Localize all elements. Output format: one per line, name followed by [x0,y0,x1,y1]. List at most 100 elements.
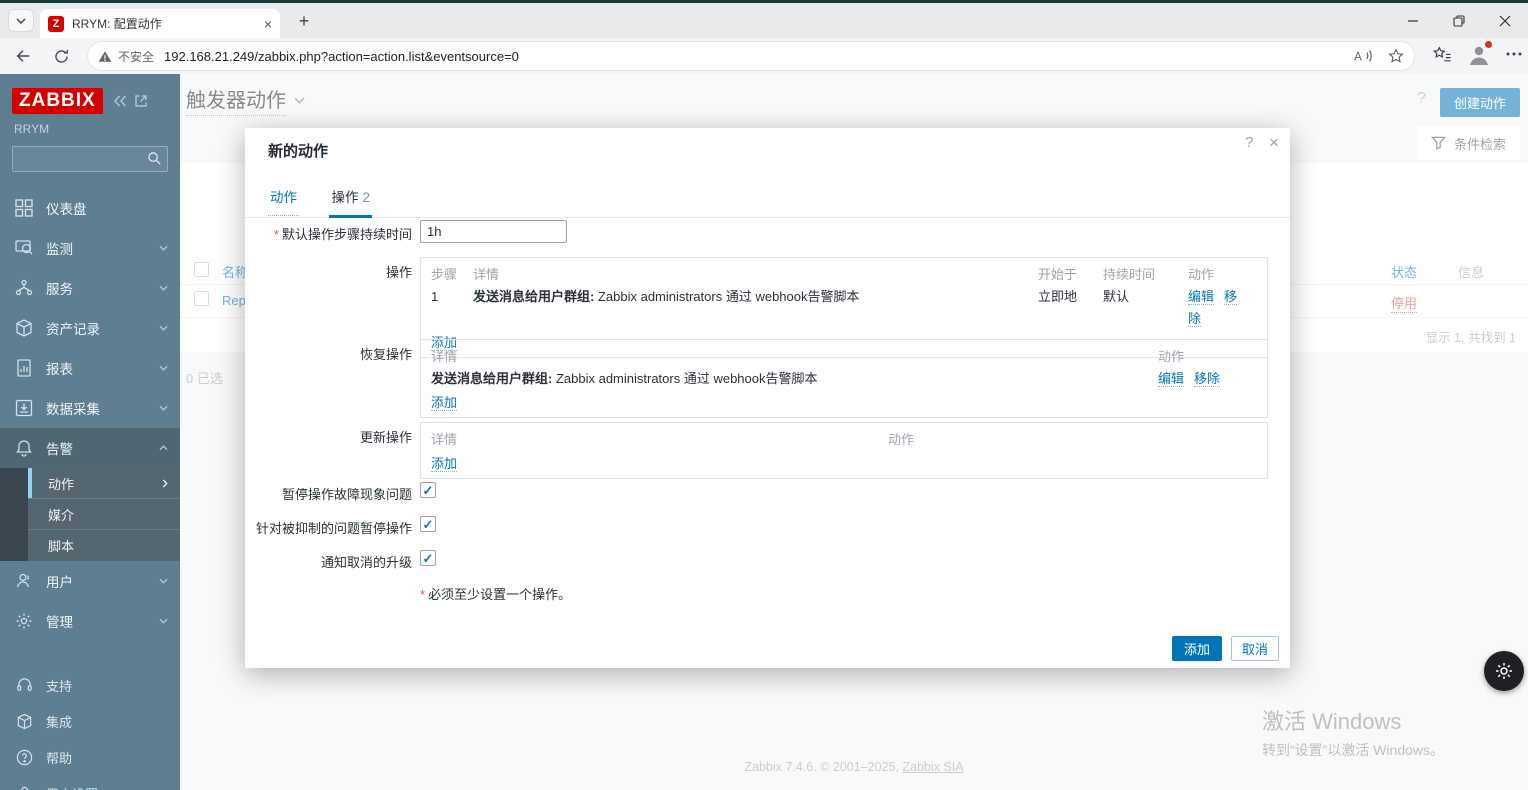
recovery-actions: 编辑 移除 [1158,368,1257,390]
duration-input[interactable] [420,220,567,243]
sidebar-item-administration[interactable]: 管理 [0,601,180,641]
operations-label: 操作 [385,265,412,280]
dialog-help-icon[interactable]: ? [1245,134,1253,151]
zabbix-logo[interactable]: ZABBIX [12,88,103,114]
tab-close-icon[interactable]: × [264,17,272,31]
pause-symptoms-checkbox[interactable]: ✓ [420,482,436,498]
sidebar-item-actions[interactable]: 动作 [28,468,180,499]
person-icon [14,785,34,790]
more-menu-icon[interactable] [1506,52,1522,56]
back-button[interactable] [8,41,38,71]
sidebar-collapse-icon[interactable] [113,95,127,107]
edit-link[interactable]: 编辑 [1158,371,1185,387]
inventory-icon [14,319,34,337]
sidebar-item-support[interactable]: 支持 [0,667,180,703]
sidebar-item-dashboard[interactable]: 仪表盘 [0,188,180,228]
tab-search-button[interactable] [8,9,34,32]
users-icon [14,572,34,590]
gear-icon [1494,661,1514,681]
sidebar-popout-icon[interactable] [135,95,147,107]
sidebar-menu: 仪表盘 监测 服务 资产记录 报表 数据采集 告警 动作 媒介 脚本 用户 管理… [0,188,180,790]
sidebar-item-integrations[interactable]: 集成 [0,703,180,739]
operation-start: 立即地 [1038,289,1078,304]
server-name: RRYM [14,122,50,136]
tab-operations[interactable]: 操作 2 [329,176,372,218]
services-icon [14,279,34,297]
headset-icon [14,677,34,694]
address-pill[interactable]: 不安全 192.168.21.249/zabbix.php?action=act… [88,42,1414,70]
sidebar-item-alerts[interactable]: 告警 [0,428,180,468]
pause-suppressed-checkbox[interactable]: ✓ [420,516,436,532]
sidebar-item-inventory[interactable]: 资产记录 [0,308,180,348]
sidebar-item-monitoring[interactable]: 监测 [0,228,180,268]
edit-link[interactable]: 编辑 [1188,289,1215,305]
tab-title: RRYM: 配置动作 [72,17,162,31]
floating-gear-button[interactable] [1484,651,1524,691]
alerts-submenu: 动作 媒介 脚本 [0,468,180,561]
chevron-down-icon [159,618,168,624]
zabbix-favicon-icon: Z [48,15,64,32]
not-secure-icon [98,50,112,63]
dialog-close-icon[interactable]: × [1269,133,1279,153]
bell-icon [14,439,34,457]
chevron-down-icon [159,578,168,584]
browser-url-bar: 不安全 192.168.21.249/zabbix.php?action=act… [0,38,1528,74]
app: ZABBIX RRYM 仪表盘 监测 服务 资产记录 报表 数据采集 告警 动作… [0,74,1528,790]
duration-label: * 默认操作步骤持续时间 [273,227,412,242]
favorite-star-icon[interactable] [1388,48,1404,64]
sidebar-search-input[interactable] [12,146,168,172]
read-aloud-icon[interactable]: A [1354,48,1374,64]
security-label[interactable]: 不安全 [118,48,154,65]
add-recovery-link[interactable]: 添加 [431,395,458,411]
url-text[interactable]: 192.168.21.249/zabbix.php?action=action.… [164,49,1340,64]
data-collection-icon [14,399,34,417]
sidebar-item-help[interactable]: 帮助 [0,739,180,775]
collections-icon[interactable] [1432,45,1452,63]
update-label: 更新操作 [359,430,412,445]
chevron-right-icon [162,478,168,488]
minimize-button[interactable] [1390,3,1436,38]
sidebar-item-reports[interactable]: 报表 [0,348,180,388]
sidebar-item-data-collection[interactable]: 数据采集 [0,388,180,428]
profile-avatar[interactable] [1466,40,1493,67]
browser-toolbar-right [1432,40,1522,67]
operation-actions: 编辑 移除 [1188,286,1257,330]
chevron-down-icon [159,325,168,331]
sidebar-item-services[interactable]: 服务 [0,268,180,308]
pause-symptoms-label: 暂停操作故障现象问题 [281,487,412,502]
sidebar-item-user-settings[interactable]: 用户设置 [0,775,180,790]
tab-action[interactable]: 动作 [268,176,299,216]
restore-button[interactable] [1436,3,1482,38]
dialog-cancel-button[interactable]: 取消 [1231,636,1279,661]
chevron-down-icon [159,245,168,251]
refresh-button[interactable] [46,41,76,71]
chevron-down-icon [159,285,168,291]
windows-activation-watermark: 激活 Windows 转到“设置”以激活 Windows。 [1262,709,1445,758]
dialog-add-button[interactable]: 添加 [1172,636,1222,661]
window-controls [1390,3,1528,38]
new-action-dialog: 新的动作 ? × 动作 操作2 *默认操作步骤持续时间 操作 步骤 详情 [245,128,1290,668]
browser-tab[interactable]: Z RRYM: 配置动作 × [40,9,280,38]
new-tab-button[interactable]: + [292,9,316,33]
chevron-down-icon [16,17,26,24]
sidebar-item-users[interactable]: 用户 [0,561,180,601]
svg-text:A: A [1354,50,1362,64]
sidebar-item-media[interactable]: 媒介 [28,499,180,530]
add-update-link[interactable]: 添加 [431,456,458,472]
monitoring-icon [14,239,34,257]
browser-tab-strip: Z RRYM: 配置动作 × + [0,3,1528,38]
operation-step: 1 [431,289,439,304]
chevron-down-icon [159,405,168,411]
integrations-cube-icon [14,713,34,730]
required-note: * 必须至少设置一个操作。 [420,587,572,602]
sidebar-item-scripts[interactable]: 脚本 [28,530,180,561]
dialog-title: 新的动作 [268,143,329,160]
chevron-down-icon [159,365,168,371]
screen: Z RRYM: 配置动作 × + 不安全 192.168.21.249/zabb… [0,0,1528,790]
close-window-button[interactable] [1482,3,1528,38]
notify-cancel-checkbox[interactable]: ✓ [420,550,436,566]
gear-icon [14,612,34,630]
recovery-table: 详情 动作 发送消息给用户群组: Zabbix administrators 通… [420,339,1268,418]
question-circle-icon [14,749,34,766]
remove-link[interactable]: 移除 [1194,371,1221,387]
